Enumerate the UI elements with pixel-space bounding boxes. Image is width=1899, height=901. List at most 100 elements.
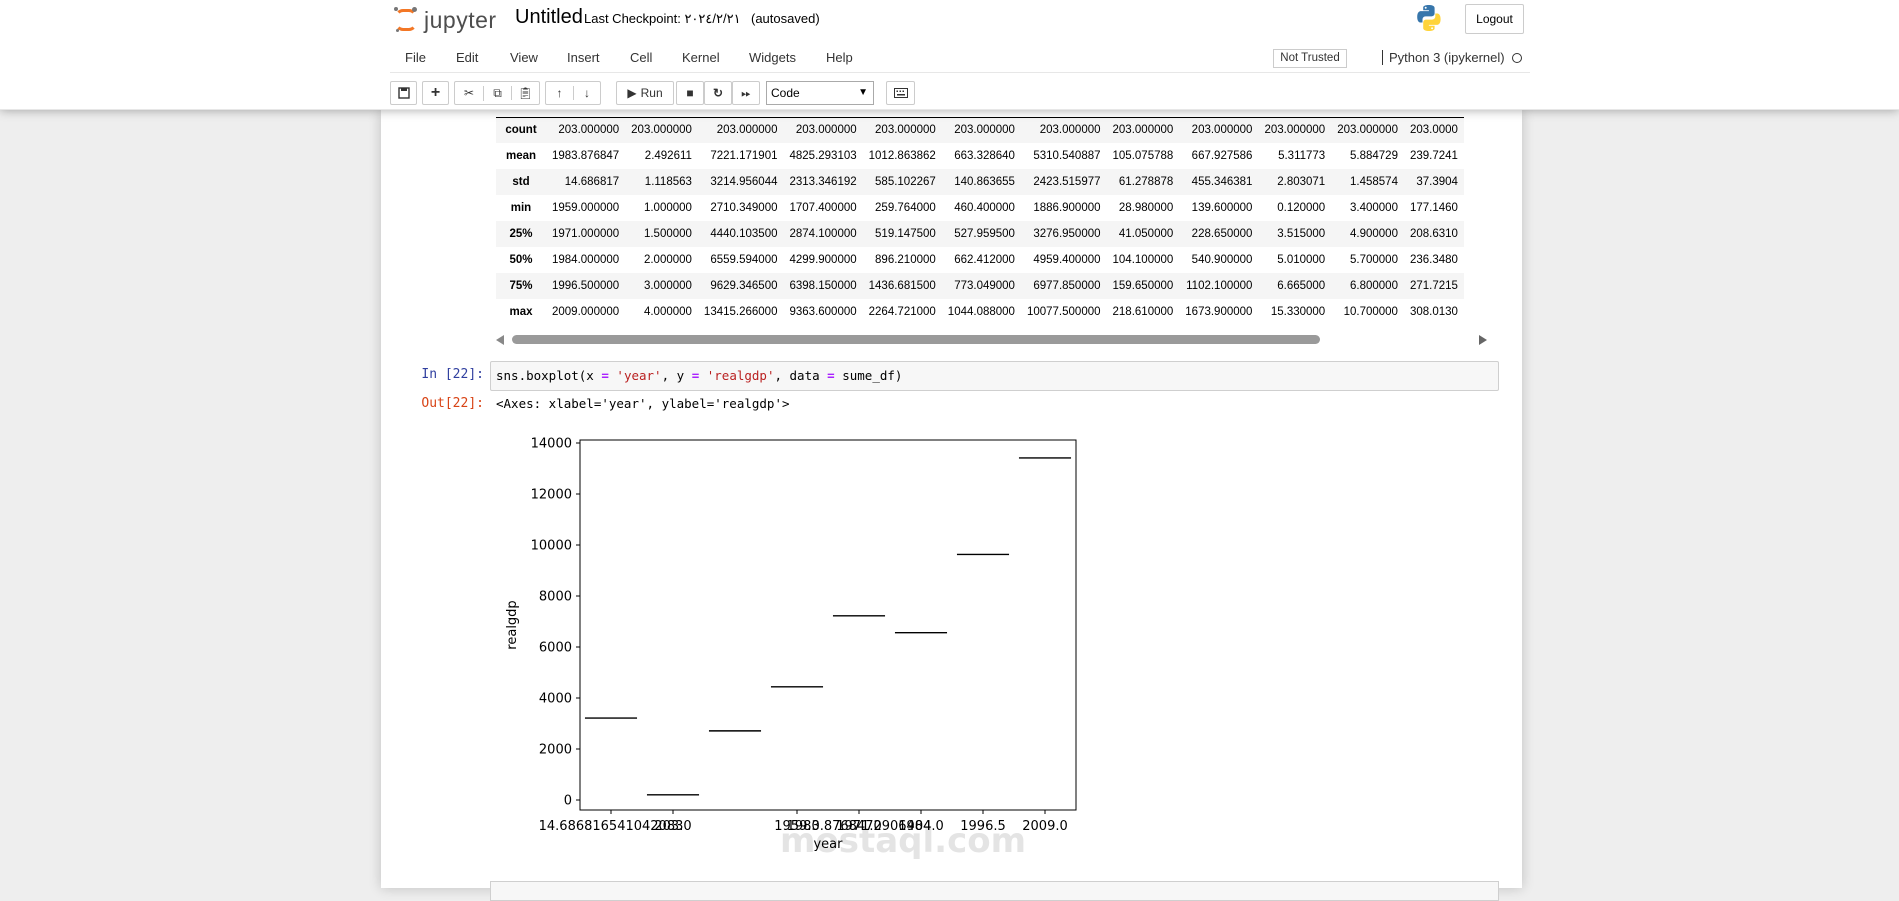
table-row: 25% 1971.000000 1.500000 4440.103500 2874.10… [496, 221, 1464, 247]
code-token: , data [774, 368, 828, 383]
row-label: 25% [509, 228, 533, 240]
scroll-left-icon[interactable] [496, 335, 504, 345]
table-cell: 308.0130 [1409, 306, 1458, 318]
table-cell: 5.311773 [1278, 150, 1326, 162]
row-label: min [510, 202, 532, 214]
table-cell: 177.1460 [1409, 202, 1458, 214]
table-cell: 203.000000 [631, 124, 692, 137]
table-cell: 667.927586 [1191, 150, 1253, 162]
arrow-up-icon[interactable]: ↑ [546, 86, 573, 100]
table-cell: 3.515000 [1277, 228, 1326, 240]
logout-button[interactable]: Logout [1465, 4, 1524, 34]
menu-edit[interactable]: Edit [456, 50, 478, 65]
table-cell: 2423.515977 [1033, 176, 1101, 188]
table-cell: 203.000000 [1191, 124, 1253, 137]
menu-insert[interactable]: Insert [567, 50, 600, 65]
jupyter-logo[interactable]: jupyter [394, 6, 497, 34]
y-tick-label: 2000 [539, 743, 572, 758]
code-string: 'year' [616, 368, 662, 383]
output-prompt: Out[22]: [421, 396, 484, 411]
autosave-status: (autosaved) [751, 11, 820, 26]
arrow-down-icon[interactable]: ↓ [572, 86, 600, 100]
table-cell: 455.346381 [1191, 176, 1253, 188]
table-cell: 1971.000000 [552, 228, 620, 240]
next-cell[interactable] [490, 881, 1499, 901]
checkpoint-status: Last Checkpoint: ٢٠٢٤/٢/٢١ [584, 11, 741, 26]
copy-icon[interactable]: ⧉ [483, 85, 511, 101]
move-group: ↑ ↓ [545, 81, 601, 105]
input-prompt: In [22]: [421, 367, 484, 382]
insert-cell-button[interactable]: + [422, 81, 449, 105]
menu-kernel[interactable]: Kernel [682, 50, 720, 65]
code-editor[interactable]: sns.boxplot(x = 'year', y = 'realgdp', d… [490, 361, 1499, 391]
describe-table: count 203.000000 203.000000 203.000000 203.0… [496, 116, 1464, 324]
table-cell: 139.600000 [1191, 202, 1253, 214]
code-line: sns.boxplot(x = 'year', y = 'realgdp', d… [496, 368, 902, 383]
paste-icon[interactable]: 📋︎ [511, 86, 539, 100]
cell-type-select[interactable]: Code ▼ [766, 81, 874, 105]
table-cell: 6398.150000 [789, 280, 857, 292]
scrollbar-thumb[interactable] [512, 335, 1320, 344]
logo-text: jupyter [424, 6, 497, 33]
table-cell: 6977.850000 [1033, 280, 1101, 292]
y-tick-label: 14000 [531, 437, 572, 452]
restart-button[interactable]: ↻ [704, 81, 732, 105]
table-cell: 1984.000000 [552, 254, 620, 266]
table-cell: 236.3480 [1409, 254, 1458, 266]
table-cell: 6559.594000 [710, 254, 778, 266]
table-cell: 6.800000 [1350, 280, 1398, 292]
table-cell: 61.278878 [1118, 176, 1174, 188]
table-cell: 259.764000 [875, 202, 936, 214]
table-cell: 203.000000 [1264, 124, 1326, 137]
menu-cell[interactable]: Cell [630, 50, 652, 65]
menu-view[interactable]: View [510, 50, 538, 65]
scroll-right-icon[interactable] [1479, 335, 1487, 345]
table-cell: 1959.000000 [552, 202, 620, 214]
notebook-name[interactable]: Untitled [515, 6, 583, 29]
x-tick-label: 1996.5 [960, 819, 1006, 834]
output-text: <Axes: xlabel='year', ylabel='realgdp'> [496, 396, 790, 411]
notebook-header: jupyter Untitled Last Checkpoint: ٢٠٢٤/٢… [0, 0, 1899, 110]
table-cell: 7221.171901 [710, 150, 778, 162]
row-label: 50% [509, 254, 533, 266]
run-button[interactable]: ▶ Run [616, 81, 674, 105]
run-label: Run [640, 86, 663, 100]
x-tick-label: 2009.0 [1022, 819, 1068, 834]
plot-frame [579, 439, 1077, 811]
trust-button[interactable]: Not Trusted [1273, 49, 1347, 68]
restart-run-all-button[interactable]: ⏩︎ [732, 81, 760, 105]
menu-file[interactable]: File [405, 50, 426, 65]
command-palette-button[interactable] [886, 81, 915, 105]
table-cell: 203.000000 [954, 124, 1015, 137]
table-cell: 159.650000 [1112, 280, 1174, 292]
kernel-status-icon [1512, 53, 1522, 63]
y-tick-label: 10000 [531, 539, 572, 554]
table-cell: 203.0000 [1409, 124, 1458, 137]
table-cell: 2874.100000 [789, 228, 857, 240]
kernel-name[interactable]: Python 3 (ipykernel) [1382, 50, 1505, 65]
table-cell: 663.328640 [954, 150, 1015, 162]
keyboard-icon [893, 88, 908, 98]
table-cell: 5.700000 [1350, 254, 1398, 266]
menu-widgets[interactable]: Widgets [749, 50, 796, 65]
interrupt-button[interactable]: ■ [676, 81, 704, 105]
table-cell: 662.412000 [954, 254, 1015, 266]
row-label: count [505, 124, 537, 137]
table-cell: 4959.400000 [1033, 254, 1101, 266]
table-cell: 2.492611 [644, 150, 692, 162]
table-cell: 10077.500000 [1026, 306, 1101, 318]
y-tick-label: 0 [564, 794, 572, 809]
y-tick-label: 12000 [531, 488, 572, 503]
cut-icon[interactable]: ✂ [455, 86, 483, 100]
table-cell: 239.7241 [1409, 150, 1458, 162]
table-cell: 460.400000 [954, 202, 1015, 214]
horizontal-scrollbar[interactable] [496, 332, 1487, 346]
table-cell: 1102.100000 [1186, 280, 1253, 292]
cell-type-value: Code [771, 86, 800, 100]
code-token: sume_df) [834, 368, 903, 383]
menu-help[interactable]: Help [826, 50, 853, 65]
table-cell: 2264.721000 [868, 306, 936, 318]
jupyter-icon [394, 7, 418, 33]
table-cell: 271.7215 [1409, 280, 1458, 292]
save-button[interactable] [390, 81, 417, 105]
